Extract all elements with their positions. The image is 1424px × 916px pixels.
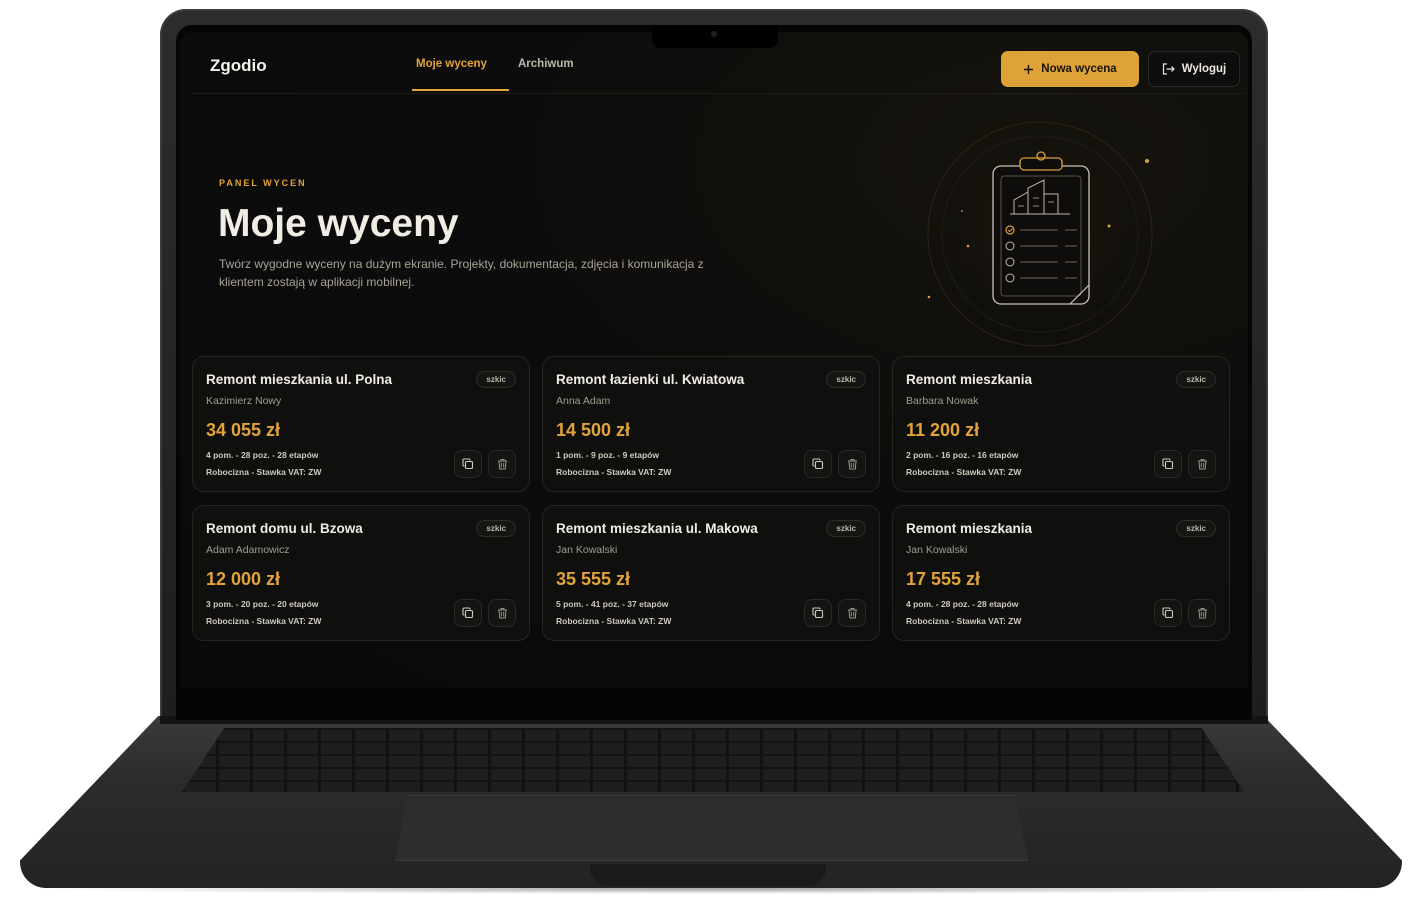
copy-button[interactable] [1154,450,1182,478]
delete-button[interactable] [1188,450,1216,478]
status-badge: szkic [826,520,866,537]
tab-moje-wyceny[interactable]: Moje wyceny [416,58,487,70]
status-badge: szkic [1176,520,1216,537]
trash-icon [847,608,857,619]
copy-icon [462,607,474,619]
brand-logo[interactable]: Zgodio [210,56,267,76]
quote-vat: Robocizna - Stawka VAT: ZW [556,467,672,477]
hero-description: Twórz wygodne wyceny na dużym ekranie. P… [219,257,704,289]
quote-title: Remont domu ul. Bzowa [206,521,363,536]
status-badge: szkic [476,371,516,388]
quote-card[interactable]: Remont łazienki ul. Kwiatowa szkic Anna … [542,356,880,492]
copy-icon [812,458,824,470]
quote-price: 14 500 zł [556,420,631,440]
delete-button[interactable] [838,599,866,627]
quote-meta: 5 pom. - 41 poz. - 37 etapów [556,599,669,609]
quote-title: Remont mieszkania ul. Makowa [556,521,758,536]
quote-client: Adam Adamowicz [206,544,290,556]
logout-icon [1162,63,1175,75]
quote-price: 11 200 zł [906,420,980,440]
status-badge: szkic [476,520,516,537]
active-tab-indicator [412,89,509,91]
new-quote-button[interactable]: Nowa wycena [1001,51,1139,87]
logout-button[interactable]: Wyloguj [1148,51,1240,87]
plus-icon [1024,64,1034,74]
quote-price: 17 555 zł [906,569,981,589]
copy-button[interactable] [454,450,482,478]
delete-button[interactable] [1188,599,1216,627]
quote-card[interactable]: Remont domu ul. Bzowa szkic Adam Adamowi… [192,505,530,641]
clipboard-checklist-icon [927,121,1153,347]
page-title: Moje wyceny [218,202,459,245]
copy-button[interactable] [1154,599,1182,627]
copy-icon [1162,607,1174,619]
laptop-trackpad [395,795,1028,861]
quote-client: Anna Adam [556,395,611,407]
laptop-keyboard [182,728,1244,792]
quote-client: Jan Kowalski [556,544,618,556]
copy-icon [462,458,474,470]
hero-eyebrow: PANEL WYCEN [219,178,307,188]
delete-button[interactable] [838,450,866,478]
quote-card[interactable]: Remont mieszkania szkic Barbara Nowak 11… [892,356,1230,492]
quote-vat: Robocizna - Stawka VAT: ZW [206,616,322,626]
trash-icon [847,459,857,470]
status-badge: szkic [826,371,866,388]
delete-button[interactable] [488,450,516,478]
quote-client: Kazimierz Nowy [206,395,282,407]
camera-icon [711,31,717,37]
copy-button[interactable] [454,599,482,627]
quote-title: Remont mieszkania [906,521,1033,536]
quote-card[interactable]: Remont mieszkania szkic Jan Kowalski 17 … [892,505,1230,641]
quote-card[interactable]: Remont mieszkania ul. Makowa szkic Jan K… [542,505,880,641]
quote-meta: 3 pom. - 20 poz. - 20 etapów [206,599,319,609]
quote-meta: 4 pom. - 28 poz. - 28 etapów [206,450,319,460]
copy-icon [1162,458,1174,470]
tab-archiwum[interactable]: Archiwum [518,58,574,70]
quote-title: Remont mieszkania [906,372,1033,387]
trash-icon [497,459,507,470]
quote-title: Remont mieszkania ul. Polna [206,372,393,387]
quote-vat: Robocizna - Stawka VAT: ZW [206,467,322,477]
quote-price: 12 000 zł [206,569,281,589]
copy-button[interactable] [804,450,832,478]
new-quote-label: Nowa wycena [1041,63,1117,75]
logout-label: Wyloguj [1181,63,1227,75]
delete-button[interactable] [488,599,516,627]
camera-notch [652,25,778,48]
quote-price: 35 555 zł [556,569,631,589]
quote-vat: Robocizna - Stawka VAT: ZW [906,467,1022,477]
copy-icon [812,607,824,619]
app-screen: Zgodio Moje wyceny Archiwum Nowa wycena … [180,32,1248,688]
quote-card[interactable]: Remont mieszkania ul. Polna szkic Kazimi… [192,356,530,492]
quote-title: Remont łazienki ul. Kwiatowa [556,372,745,387]
copy-button[interactable] [804,599,832,627]
status-badge: szkic [1176,371,1216,388]
laptop-front-notch [590,864,826,886]
quote-client: Barbara Nowak [906,395,979,407]
quote-meta: 4 pom. - 28 poz. - 28 etapów [906,599,1019,609]
quote-price: 34 055 zł [206,420,281,440]
trash-icon [1197,608,1207,619]
trash-icon [497,608,507,619]
quote-meta: 2 pom. - 16 poz. - 16 etapów [906,450,1019,460]
quote-client: Jan Kowalski [906,544,968,556]
quote-vat: Robocizna - Stawka VAT: ZW [906,616,1022,626]
quote-meta: 1 pom. - 9 poz. - 9 etapów [556,450,659,460]
trash-icon [1197,459,1207,470]
quote-vat: Robocizna - Stawka VAT: ZW [556,616,672,626]
